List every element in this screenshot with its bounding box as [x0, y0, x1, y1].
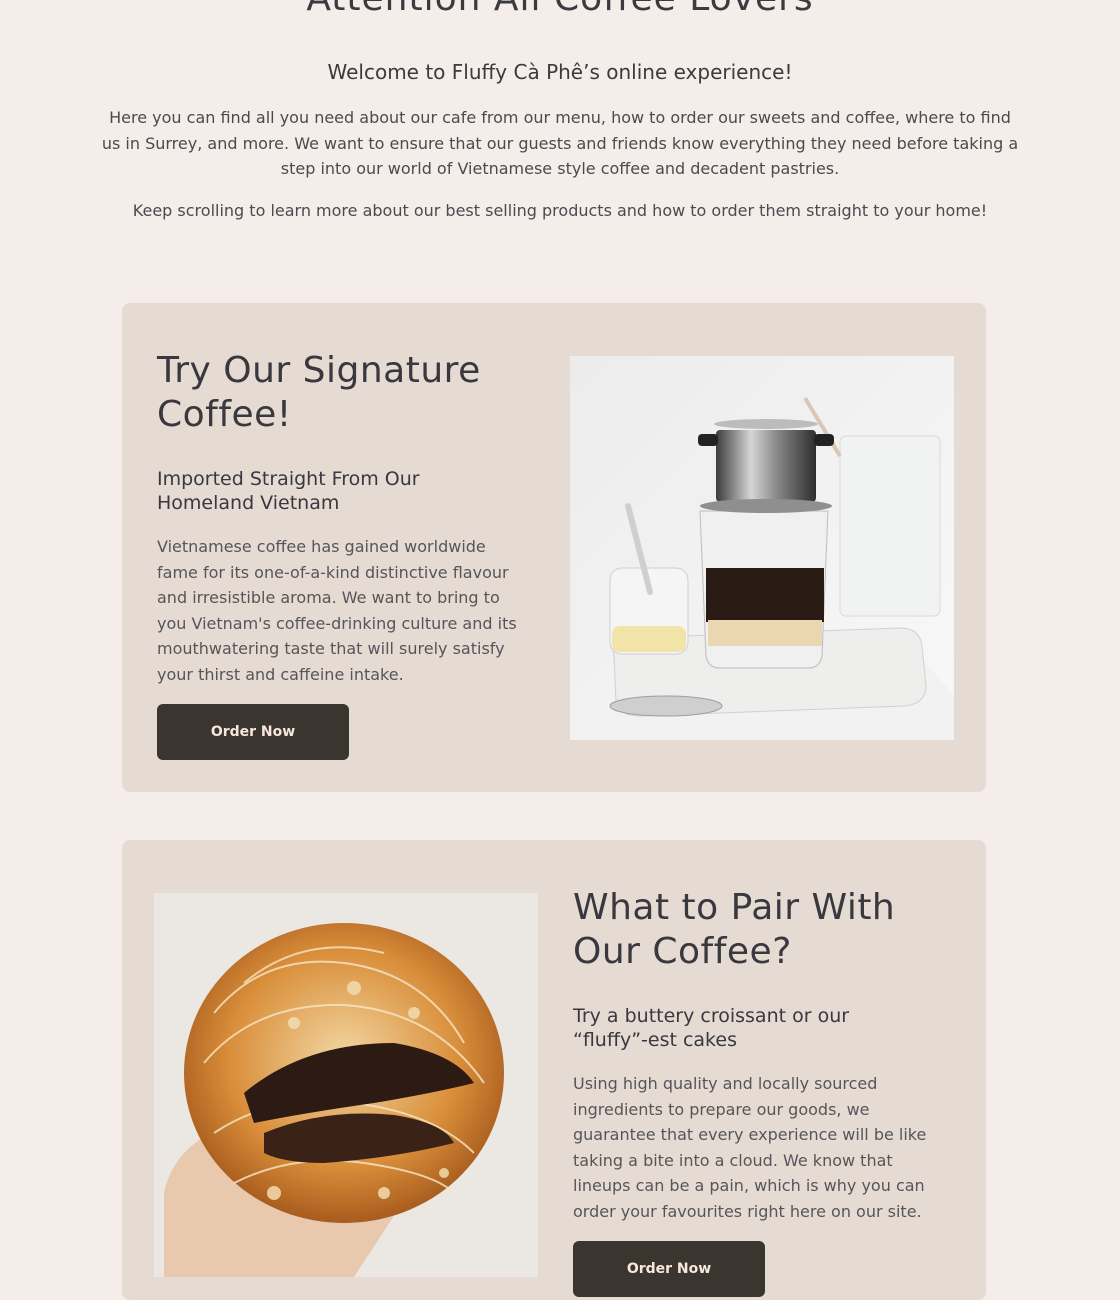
welcome-subtitle: Welcome to Fluffy Cà Phê’s online experi…: [327, 60, 793, 84]
signature-coffee-card: Try Our Signature Coffee! Imported Strai…: [122, 303, 986, 792]
card-heading: What to Pair With Our Coffee?: [573, 887, 896, 972]
coffee-photo: [570, 356, 954, 740]
card-body: Vietnamese coffee has gained worldwide f…: [157, 537, 517, 684]
scroll-prompt: Keep scrolling to learn more about our b…: [132, 201, 988, 220]
card-subheading: Imported Straight From Our Homeland Viet…: [157, 468, 420, 514]
intro-paragraph: Here you can find all you need about our…: [101, 108, 1019, 178]
croissant-image: [154, 893, 538, 1277]
phin-coffee-image: [570, 356, 954, 740]
pairing-card: What to Pair With Our Coffee? Try a butt…: [122, 840, 986, 1300]
order-now-button[interactable]: Order Now: [573, 1241, 765, 1297]
card-heading: Try Our Signature Coffee!: [157, 350, 481, 435]
page-title: Attention All Coffee Lovers: [0, 0, 1120, 19]
card-subheading: Try a buttery croissant or our “fluffy”-…: [573, 1005, 850, 1051]
card-body: Using high quality and locally sourced i…: [573, 1074, 927, 1221]
order-now-button[interactable]: Order Now: [157, 704, 349, 760]
croissant-photo: [154, 893, 538, 1277]
